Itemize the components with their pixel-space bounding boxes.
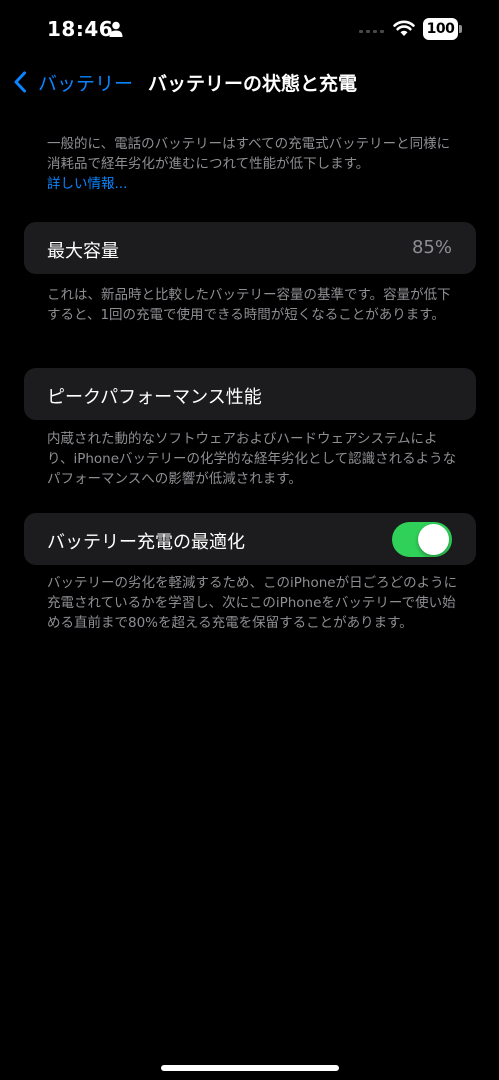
optimized-charging-toggle[interactable] <box>392 522 452 557</box>
intro-text: 一般的に、電話のバッテリーはすべての充電式バッテリーと同様に消耗品で経年劣化が進… <box>47 136 451 172</box>
optimized-charging-label: バッテリー充電の最適化 <box>47 532 245 553</box>
max-capacity-cell: 最大容量 85% <box>24 222 476 274</box>
battery-icon: 100 <box>423 18 463 40</box>
navigation-bar: バッテリー バッテリーの状態と充電 <box>0 60 499 104</box>
signal-icon <box>359 30 384 33</box>
battery-tip <box>459 25 462 33</box>
back-button[interactable]: バッテリー <box>12 66 133 98</box>
home-indicator[interactable] <box>161 1065 339 1071</box>
max-capacity-value: 85% <box>411 237 452 258</box>
peak-performance-footer: 内蔵された動的なソフトウェアおよびハードウェアシステムにより、iPhoneバッテ… <box>47 431 457 487</box>
max-capacity-label: 最大容量 <box>47 241 119 262</box>
optimized-charging-cell: バッテリー充電の最適化 <box>24 513 476 565</box>
status-bar: 18:46 100 <box>0 0 499 60</box>
wifi-icon <box>393 20 415 36</box>
battery-level: 100 <box>423 18 458 40</box>
peak-performance-label: ピークパフォーマンス性能 <box>47 387 262 408</box>
peak-performance-cell: ピークパフォーマンス性能 <box>24 368 476 420</box>
person-icon <box>109 21 123 37</box>
intro-section: 一般的に、電話のバッテリーはすべての充電式バッテリーと同様に消耗品で経年劣化が進… <box>47 134 457 194</box>
status-time: 18:46 <box>47 17 114 41</box>
optimized-charging-footer: バッテリーの劣化を軽減するため、このiPhoneが日ごろどのように充電されている… <box>47 575 458 631</box>
back-label: バッテリー <box>38 72 134 95</box>
page-title: バッテリーの状態と充電 <box>148 73 358 95</box>
chevron-left-icon <box>14 71 26 93</box>
max-capacity-footer: これは、新品時と比較したバッテリー容量の基準です。容量が低下すると、1回の充電で… <box>47 287 451 323</box>
learn-more-link[interactable]: 詳しい情報... <box>47 174 457 194</box>
toggle-knob <box>418 524 449 555</box>
